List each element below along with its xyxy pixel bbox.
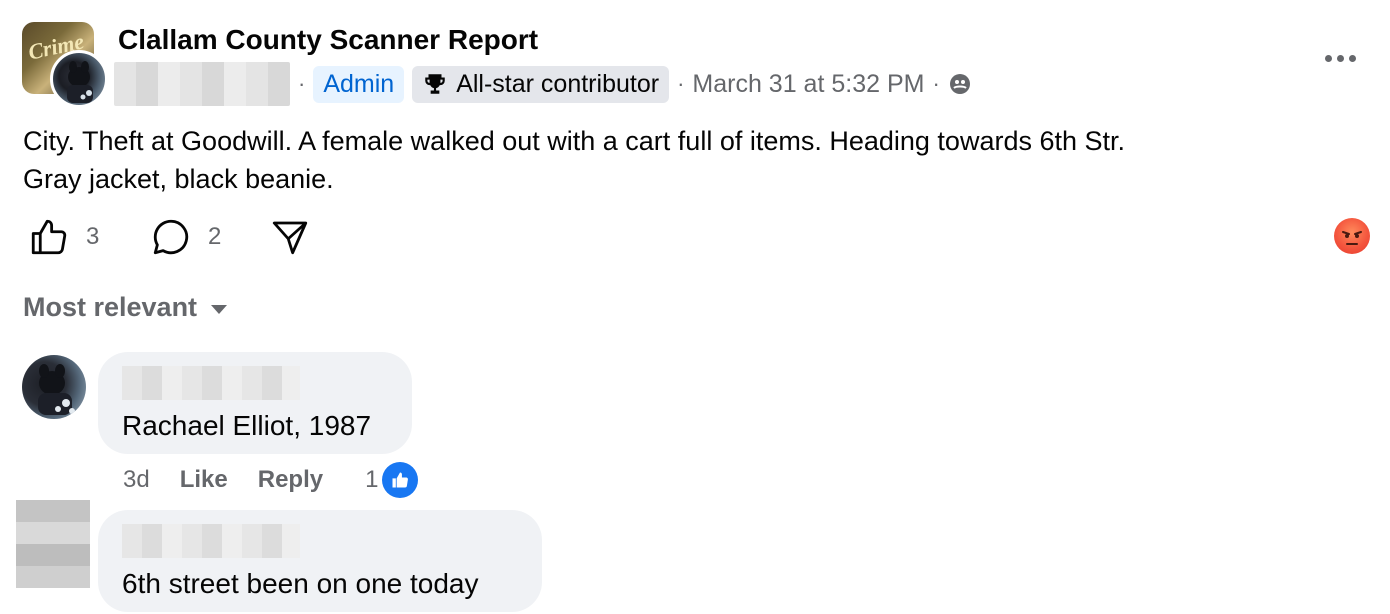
- comment-text: Rachael Elliot, 1987: [122, 410, 372, 441]
- comment-sort-dropdown[interactable]: Most relevant: [23, 292, 228, 323]
- all-star-badge[interactable]: All-star contributor: [412, 65, 670, 103]
- comment-bubble: 6th street been on one today: [98, 510, 542, 612]
- author-name-redacted[interactable]: [114, 62, 290, 106]
- separator: ·: [932, 71, 940, 96]
- caret-down-icon: [211, 305, 228, 314]
- commenter-avatar-redacted[interactable]: [16, 500, 90, 588]
- separator: ·: [298, 71, 306, 96]
- comment-bubble: Rachael Elliot, 1987: [98, 352, 412, 454]
- comment-button[interactable]: 2: [150, 216, 221, 258]
- like-icon: [31, 219, 67, 255]
- group-name[interactable]: Clallam County Scanner Report: [118, 24, 538, 56]
- more-options-icon[interactable]: [1320, 40, 1360, 76]
- post-text-line-2: Gray jacket, black beanie.: [23, 164, 334, 194]
- comment-count: 2: [208, 223, 222, 250]
- like-button[interactable]: 3: [28, 216, 99, 258]
- commenter-name-redacted[interactable]: [122, 366, 300, 400]
- commenter-name-redacted[interactable]: [122, 524, 300, 558]
- angry-reaction-icon[interactable]: [1334, 218, 1370, 254]
- trophy-icon: [425, 74, 445, 94]
- comment-actions: 3d Like Reply 1: [123, 462, 419, 498]
- dog-photo: [67, 61, 93, 103]
- commenter-avatar[interactable]: [22, 355, 86, 419]
- post-text-line-1: City. Theft at Goodwill. A female walked…: [23, 126, 1126, 156]
- author-avatar[interactable]: [50, 50, 108, 108]
- comment-reply-button[interactable]: Reply: [258, 466, 323, 494]
- comment-reaction-count: 1: [365, 466, 379, 493]
- comment-like-button[interactable]: Like: [180, 466, 228, 494]
- post-timestamp[interactable]: March 31 at 5:32 PM: [692, 70, 924, 99]
- dog-photo: [38, 364, 75, 415]
- share-icon: [272, 221, 308, 255]
- comment-icon: [153, 219, 189, 255]
- comment-reaction-summary[interactable]: 1: [365, 462, 419, 498]
- sort-label: Most relevant: [23, 292, 198, 322]
- post-meta: · Admin All-star contributor · March 31 …: [114, 60, 972, 108]
- share-button[interactable]: [268, 216, 312, 258]
- admin-badge[interactable]: Admin: [313, 65, 405, 103]
- post-body: City. Theft at Goodwill. A female walked…: [23, 122, 1353, 198]
- like-reaction-icon: [382, 462, 419, 498]
- privacy-icon[interactable]: [948, 72, 972, 96]
- comment-age[interactable]: 3d: [123, 466, 150, 494]
- all-star-label: All-star contributor: [456, 69, 660, 98]
- comment-text: 6th street been on one today: [122, 568, 479, 599]
- like-count: 3: [86, 223, 100, 250]
- angry-face: [1342, 231, 1362, 245]
- separator: ·: [677, 71, 685, 96]
